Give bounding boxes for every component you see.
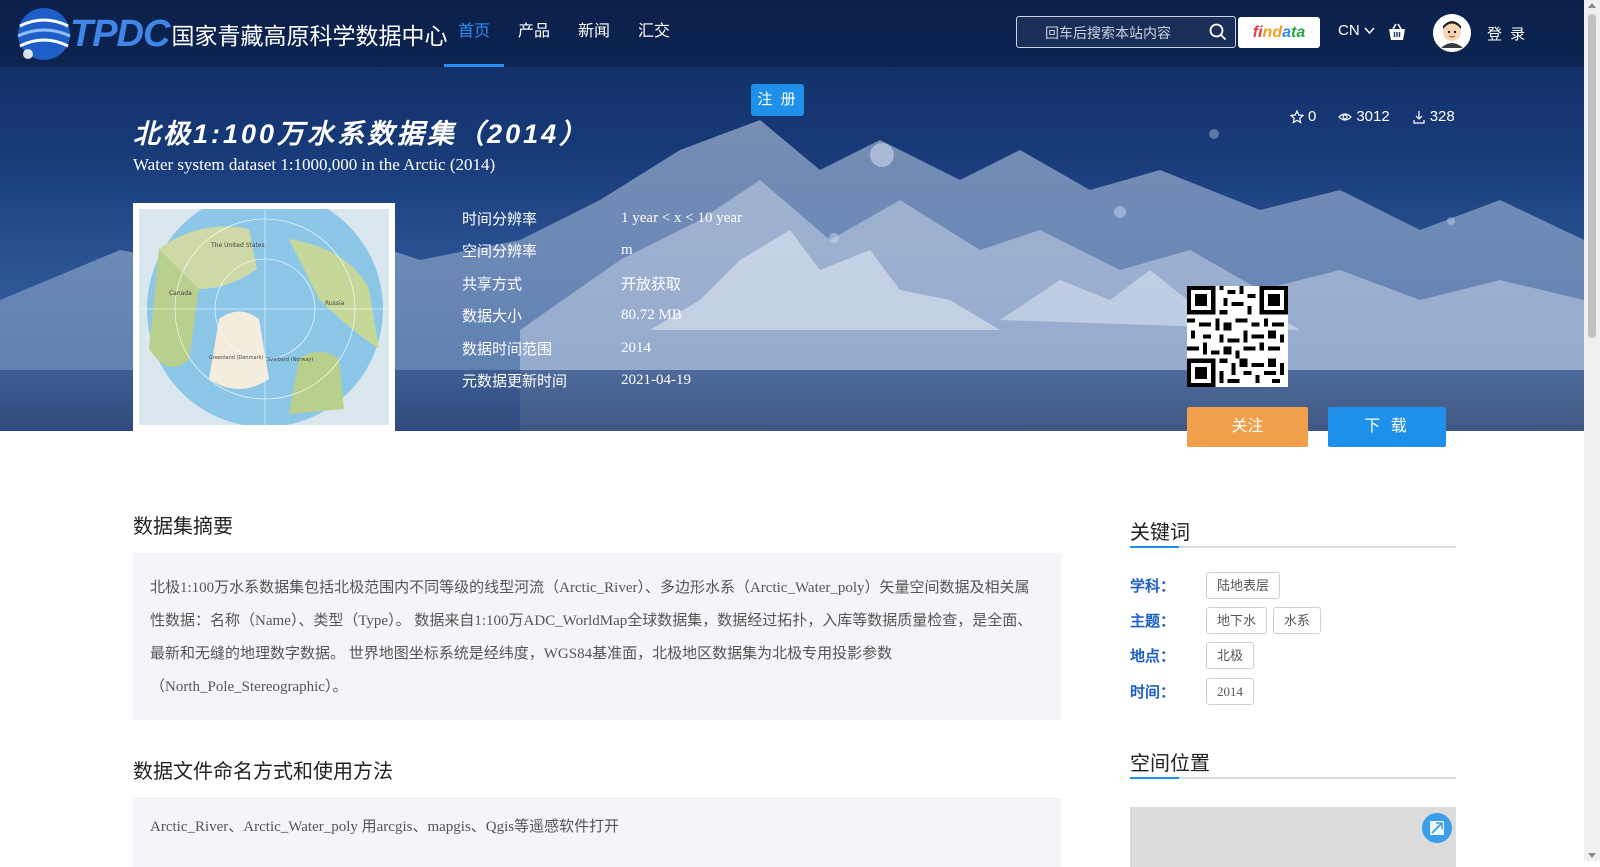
keyword-label: 时间：	[1130, 684, 1176, 701]
meta-value: 80.72 MB	[621, 307, 682, 324]
dataset-stats: 0 3012 328	[1290, 108, 1455, 125]
logo-abbr: TPDC	[70, 12, 170, 55]
fullscreen-icon	[1430, 821, 1444, 835]
map-label: Svalbard (Norway)	[267, 357, 313, 363]
chevron-down-icon	[1364, 27, 1375, 35]
scroll-down-arrow[interactable]	[1588, 853, 1596, 858]
meta-key: 共享方式	[462, 275, 523, 293]
star-icon	[1290, 109, 1304, 124]
star-count[interactable]: 0	[1290, 108, 1316, 125]
language-selector[interactable]: CN	[1338, 22, 1375, 39]
keyword-tag[interactable]: 北极	[1206, 642, 1255, 669]
top-header: TPDC 国家青藏高原科学数据中心 首页 产品 新闻 汇交 findata CN	[0, 0, 1584, 67]
keyword-tag[interactable]: 水系	[1273, 607, 1322, 634]
meta-value: 1 year < x < 10 year	[621, 209, 743, 226]
keyword-tag[interactable]: 地下水	[1206, 607, 1268, 634]
avatar[interactable]	[1433, 14, 1471, 52]
meta-row: 元数据更新时间 2021-04-19	[462, 365, 742, 398]
findata-part: a	[1282, 24, 1291, 41]
cart-icon[interactable]	[1386, 21, 1408, 43]
download-count-value: 328	[1429, 108, 1455, 125]
download-icon	[1413, 110, 1425, 124]
meta-row: 时间分辨率 1 year < x < 10 year	[462, 202, 742, 235]
meta-value: 开放获取	[621, 275, 682, 293]
meta-row: 空间分辨率 m	[462, 235, 742, 268]
meta-key: 元数据更新时间	[462, 373, 568, 391]
naming-box: Arctic_River、Arctic_Water_poly 用arcgis、m…	[133, 797, 1061, 867]
dataset-subtitle: Water system dataset 1:1000,000 in the A…	[133, 155, 496, 174]
keyword-tag[interactable]: 2014	[1206, 678, 1254, 705]
search-box	[1016, 16, 1236, 49]
meta-row: 共享方式 开放获取	[462, 267, 742, 300]
findata-part: fi	[1252, 24, 1263, 41]
findata-part: ta	[1291, 24, 1306, 41]
keywords-title: 关键词	[1130, 522, 1190, 544]
naming-title: 数据文件命名方式和使用方法	[133, 761, 393, 783]
view-count-value: 3012	[1356, 108, 1390, 125]
meta-row: 数据时间范围 2014	[462, 332, 742, 365]
nav-home[interactable]: 首页	[444, 0, 505, 67]
meta-key: 数据大小	[462, 308, 523, 326]
dataset-thumbnail[interactable]: The United States Canada Russia Greenlan…	[133, 203, 395, 431]
register-button[interactable]: 注 册	[751, 84, 804, 116]
main-nav: 首页 产品 新闻 汇交	[444, 0, 684, 67]
follow-button[interactable]: 关注	[1187, 407, 1308, 447]
avatar-icon	[1433, 14, 1471, 52]
meta-value: m	[621, 242, 633, 259]
page-scrollbar[interactable]	[1584, 0, 1600, 861]
eye-icon	[1338, 112, 1353, 121]
keywords-divider	[1130, 546, 1456, 548]
logo-name: 国家青藏高原科学数据中心	[171, 23, 448, 49]
abstract-text: 北极1:100万水系数据集包括北极范围内不同等级的线型河流（Arctic_Riv…	[150, 580, 1033, 695]
dataset-title: 北极1:100万水系数据集（2014）	[133, 119, 590, 149]
arctic-map-image: The United States Canada Russia Greenlan…	[139, 209, 389, 425]
nav-products[interactable]: 产品	[504, 0, 564, 67]
meta-key: 空间分辨率	[462, 243, 538, 261]
keyword-tag[interactable]: 陆地表层	[1206, 572, 1281, 599]
dataset-metadata: 时间分辨率 1 year < x < 10 year 空间分辨率 m 共享方式 开放获…	[462, 202, 742, 397]
keyword-row-place: 地点： 北极	[1130, 642, 1260, 669]
map-label: The United States	[210, 242, 265, 249]
view-count: 3012	[1338, 108, 1390, 125]
keyword-row-theme: 主题： 地下水 水系	[1130, 607, 1327, 634]
map-label: Russia	[325, 300, 345, 307]
fullscreen-button[interactable]	[1422, 813, 1452, 843]
meta-row: 数据大小 80.72 MB	[462, 300, 742, 333]
abstract-box: 北极1:100万水系数据集包括北极范围内不同等级的线型河流（Arctic_Riv…	[133, 553, 1061, 720]
star-count-value: 0	[1308, 108, 1317, 125]
nav-news[interactable]: 新闻	[564, 0, 624, 67]
search-icon[interactable]	[1209, 23, 1227, 41]
spatial-divider	[1130, 777, 1456, 779]
download-button[interactable]: 下 载	[1328, 407, 1446, 447]
qr-code-icon	[1187, 286, 1288, 387]
scroll-thumb[interactable]	[1588, 14, 1596, 338]
abstract-title: 数据集摘要	[133, 516, 233, 538]
keyword-label: 学科：	[1130, 578, 1176, 595]
site-logo[interactable]: TPDC 国家青藏高原科学数据中心	[14, 3, 447, 65]
globe-logo-icon	[17, 8, 71, 60]
search-input[interactable]	[1017, 17, 1217, 49]
nav-submit[interactable]: 汇交	[624, 0, 684, 67]
meta-key: 数据时间范围	[462, 340, 553, 358]
keyword-label: 主题：	[1130, 613, 1176, 630]
naming-text: Arctic_River、Arctic_Water_poly 用arcgis、m…	[150, 819, 620, 835]
findata-button[interactable]: findata	[1238, 17, 1320, 48]
meta-value: 2021-04-19	[621, 372, 691, 389]
meta-value: 2014	[621, 339, 651, 356]
findata-part: nd	[1262, 24, 1283, 41]
meta-key: 时间分辨率	[462, 210, 538, 228]
spatial-map[interactable]	[1130, 807, 1456, 867]
spatial-title: 空间位置	[1130, 753, 1210, 775]
scroll-up-arrow[interactable]	[1588, 3, 1596, 8]
keyword-label: 地点：	[1130, 648, 1176, 665]
login-link[interactable]: 登 录	[1487, 23, 1527, 44]
keyword-row-time: 时间： 2014	[1130, 678, 1260, 705]
download-count: 328	[1412, 108, 1455, 125]
map-label: Canada	[169, 290, 192, 297]
keyword-row-discipline: 学科： 陆地表层	[1130, 572, 1286, 599]
language-label: CN	[1338, 22, 1360, 39]
map-label: Greenland (Denmark)	[209, 355, 263, 361]
